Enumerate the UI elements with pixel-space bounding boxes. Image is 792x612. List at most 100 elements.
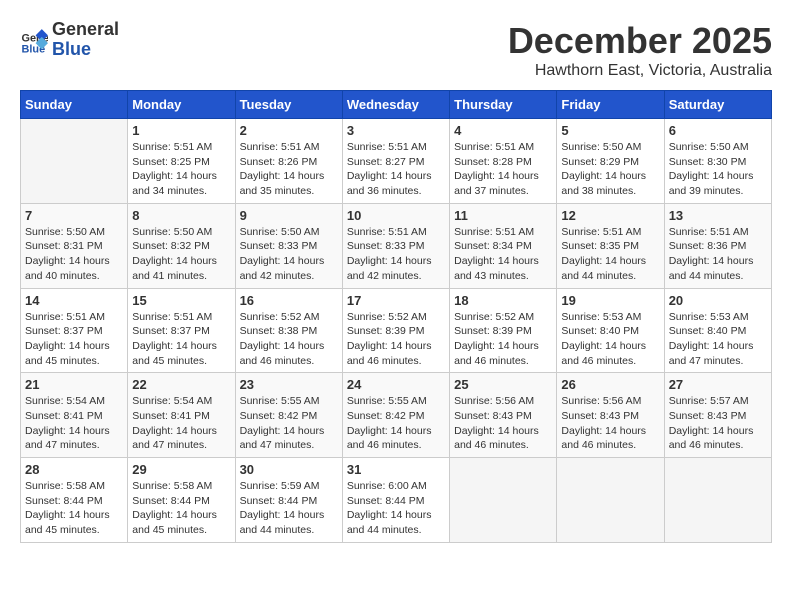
day-info: Sunrise: 5:51 AMSunset: 8:37 PMDaylight:… — [25, 310, 123, 369]
calendar-cell: 18Sunrise: 5:52 AMSunset: 8:39 PMDayligh… — [450, 288, 557, 373]
day-info: Sunrise: 5:51 AMSunset: 8:36 PMDaylight:… — [669, 225, 767, 284]
day-info: Sunrise: 5:50 AMSunset: 8:33 PMDaylight:… — [240, 225, 338, 284]
calendar-cell: 30 Sunrise: 5:59 AMSunset: 8:44 PMDayligh… — [235, 458, 342, 543]
day-number: 22 — [132, 377, 230, 392]
day-number: 14 — [25, 293, 123, 308]
day-number: 31 — [347, 462, 445, 477]
logo: General Blue General Blue — [20, 20, 119, 60]
day-info: Sunrise: 5:50 AMSunset: 8:30 PMDaylight:… — [669, 140, 767, 199]
calendar-cell: 11Sunrise: 5:51 AMSunset: 8:34 PMDayligh… — [450, 203, 557, 288]
day-info: Sunrise: 5:56 AMSunset: 8:43 PMDaylight:… — [561, 394, 659, 453]
calendar-cell: 15 Sunrise: 5:51 AMSunset: 8:37 PMDayligh… — [128, 288, 235, 373]
day-number: 30 — [240, 462, 338, 477]
column-header-monday: Monday — [128, 91, 235, 119]
day-number: 9 — [240, 208, 338, 223]
column-header-sunday: Sunday — [21, 91, 128, 119]
title-area: December 2025 Hawthorn East, Victoria, A… — [508, 20, 772, 80]
calendar-week-row: 21 Sunrise: 5:54 AMSunset: 8:41 PMDayligh… — [21, 373, 772, 458]
calendar-cell: 17 Sunrise: 5:52 AMSunset: 8:39 PMDayligh… — [342, 288, 449, 373]
day-info: Sunrise: 5:54 AMSunset: 8:41 PMDaylight:… — [25, 394, 123, 453]
day-info: Sunrise: 5:55 AMSunset: 8:42 PMDaylight:… — [347, 394, 445, 453]
column-header-saturday: Saturday — [664, 91, 771, 119]
day-info: Sunrise: 5:51 AMSunset: 8:37 PMDaylight:… — [132, 310, 230, 369]
day-number: 20 — [669, 293, 767, 308]
day-number: 27 — [669, 377, 767, 392]
column-header-friday: Friday — [557, 91, 664, 119]
day-info: Sunrise: 5:52 AMSunset: 8:39 PMDaylight:… — [347, 310, 445, 369]
calendar-cell: 31 Sunrise: 6:00 AMSunset: 8:44 PMDayligh… — [342, 458, 449, 543]
day-info: Sunrise: 5:51 AMSunset: 8:33 PMDaylight:… — [347, 225, 445, 284]
calendar-cell: 26 Sunrise: 5:56 AMSunset: 8:43 PMDayligh… — [557, 373, 664, 458]
day-number: 12 — [561, 208, 659, 223]
day-info: Sunrise: 5:58 AMSunset: 8:44 PMDaylight:… — [25, 479, 123, 538]
day-info: Sunrise: 5:54 AMSunset: 8:41 PMDaylight:… — [132, 394, 230, 453]
calendar-cell: 19Sunrise: 5:53 AMSunset: 8:40 PMDayligh… — [557, 288, 664, 373]
calendar-cell: 10 Sunrise: 5:51 AMSunset: 8:33 PMDayligh… — [342, 203, 449, 288]
calendar-cell — [21, 119, 128, 204]
calendar-cell: 1 Sunrise: 5:51 AMSunset: 8:25 PMDaylight… — [128, 119, 235, 204]
day-number: 23 — [240, 377, 338, 392]
day-info: Sunrise: 5:50 AMSunset: 8:32 PMDaylight:… — [132, 225, 230, 284]
page-header: General Blue General Blue December 2025 … — [20, 20, 772, 80]
calendar-cell: 2 Sunrise: 5:51 AMSunset: 8:26 PMDaylight… — [235, 119, 342, 204]
calendar-cell: 9 Sunrise: 5:50 AMSunset: 8:33 PMDaylight… — [235, 203, 342, 288]
calendar-cell — [450, 458, 557, 543]
calendar-cell: 24 Sunrise: 5:55 AMSunset: 8:42 PMDayligh… — [342, 373, 449, 458]
day-number: 4 — [454, 123, 552, 138]
day-number: 15 — [132, 293, 230, 308]
day-number: 17 — [347, 293, 445, 308]
calendar-cell: 20 Sunrise: 5:53 AMSunset: 8:40 PMDayligh… — [664, 288, 771, 373]
day-number: 26 — [561, 377, 659, 392]
day-info: Sunrise: 5:58 AMSunset: 8:44 PMDaylight:… — [132, 479, 230, 538]
day-info: Sunrise: 5:50 AMSunset: 8:29 PMDaylight:… — [561, 140, 659, 199]
calendar-week-row: 28 Sunrise: 5:58 AMSunset: 8:44 PMDayligh… — [21, 458, 772, 543]
calendar-cell: 3Sunrise: 5:51 AMSunset: 8:27 PMDaylight… — [342, 119, 449, 204]
calendar-cell: 13 Sunrise: 5:51 AMSunset: 8:36 PMDayligh… — [664, 203, 771, 288]
day-info: Sunrise: 5:51 AMSunset: 8:35 PMDaylight:… — [561, 225, 659, 284]
day-number: 13 — [669, 208, 767, 223]
calendar-cell: 4Sunrise: 5:51 AMSunset: 8:28 PMDaylight… — [450, 119, 557, 204]
day-number: 10 — [347, 208, 445, 223]
day-header-row: SundayMondayTuesdayWednesdayThursdayFrid… — [21, 91, 772, 119]
day-info: Sunrise: 5:56 AMSunset: 8:43 PMDaylight:… — [454, 394, 552, 453]
calendar-cell: 29Sunrise: 5:58 AMSunset: 8:44 PMDayligh… — [128, 458, 235, 543]
day-number: 21 — [25, 377, 123, 392]
calendar-cell: 23 Sunrise: 5:55 AMSunset: 8:42 PMDayligh… — [235, 373, 342, 458]
calendar-table: SundayMondayTuesdayWednesdayThursdayFrid… — [20, 90, 772, 543]
day-number: 25 — [454, 377, 552, 392]
calendar-week-row: 1 Sunrise: 5:51 AMSunset: 8:25 PMDaylight… — [21, 119, 772, 204]
day-number: 7 — [25, 208, 123, 223]
calendar-cell: 7Sunrise: 5:50 AMSunset: 8:31 PMDaylight… — [21, 203, 128, 288]
day-number: 24 — [347, 377, 445, 392]
logo-general-text: General — [52, 20, 119, 40]
calendar-cell: 27Sunrise: 5:57 AMSunset: 8:43 PMDayligh… — [664, 373, 771, 458]
calendar-cell: 14 Sunrise: 5:51 AMSunset: 8:37 PMDayligh… — [21, 288, 128, 373]
calendar-cell: 6 Sunrise: 5:50 AMSunset: 8:30 PMDaylight… — [664, 119, 771, 204]
calendar-cell: 16Sunrise: 5:52 AMSunset: 8:38 PMDayligh… — [235, 288, 342, 373]
day-info: Sunrise: 5:55 AMSunset: 8:42 PMDaylight:… — [240, 394, 338, 453]
day-info: Sunrise: 5:53 AMSunset: 8:40 PMDaylight:… — [669, 310, 767, 369]
column-header-thursday: Thursday — [450, 91, 557, 119]
location-title: Hawthorn East, Victoria, Australia — [508, 62, 772, 80]
day-info: Sunrise: 5:51 AMSunset: 8:26 PMDaylight:… — [240, 140, 338, 199]
day-number: 6 — [669, 123, 767, 138]
day-info: Sunrise: 5:51 AMSunset: 8:25 PMDaylight:… — [132, 140, 230, 199]
day-number: 28 — [25, 462, 123, 477]
day-info: Sunrise: 6:00 AMSunset: 8:44 PMDaylight:… — [347, 479, 445, 538]
column-header-tuesday: Tuesday — [235, 91, 342, 119]
calendar-cell: 28 Sunrise: 5:58 AMSunset: 8:44 PMDayligh… — [21, 458, 128, 543]
day-number: 18 — [454, 293, 552, 308]
calendar-cell — [557, 458, 664, 543]
day-number: 16 — [240, 293, 338, 308]
day-number: 19 — [561, 293, 659, 308]
column-header-wednesday: Wednesday — [342, 91, 449, 119]
logo-icon: General Blue — [20, 26, 48, 54]
day-info: Sunrise: 5:51 AMSunset: 8:27 PMDaylight:… — [347, 140, 445, 199]
calendar-week-row: 14 Sunrise: 5:51 AMSunset: 8:37 PMDayligh… — [21, 288, 772, 373]
day-number: 2 — [240, 123, 338, 138]
logo-blue-text: Blue — [52, 40, 119, 60]
calendar-cell: 25 Sunrise: 5:56 AMSunset: 8:43 PMDayligh… — [450, 373, 557, 458]
day-info: Sunrise: 5:59 AMSunset: 8:44 PMDaylight:… — [240, 479, 338, 538]
day-number: 1 — [132, 123, 230, 138]
month-title: December 2025 — [508, 20, 772, 62]
